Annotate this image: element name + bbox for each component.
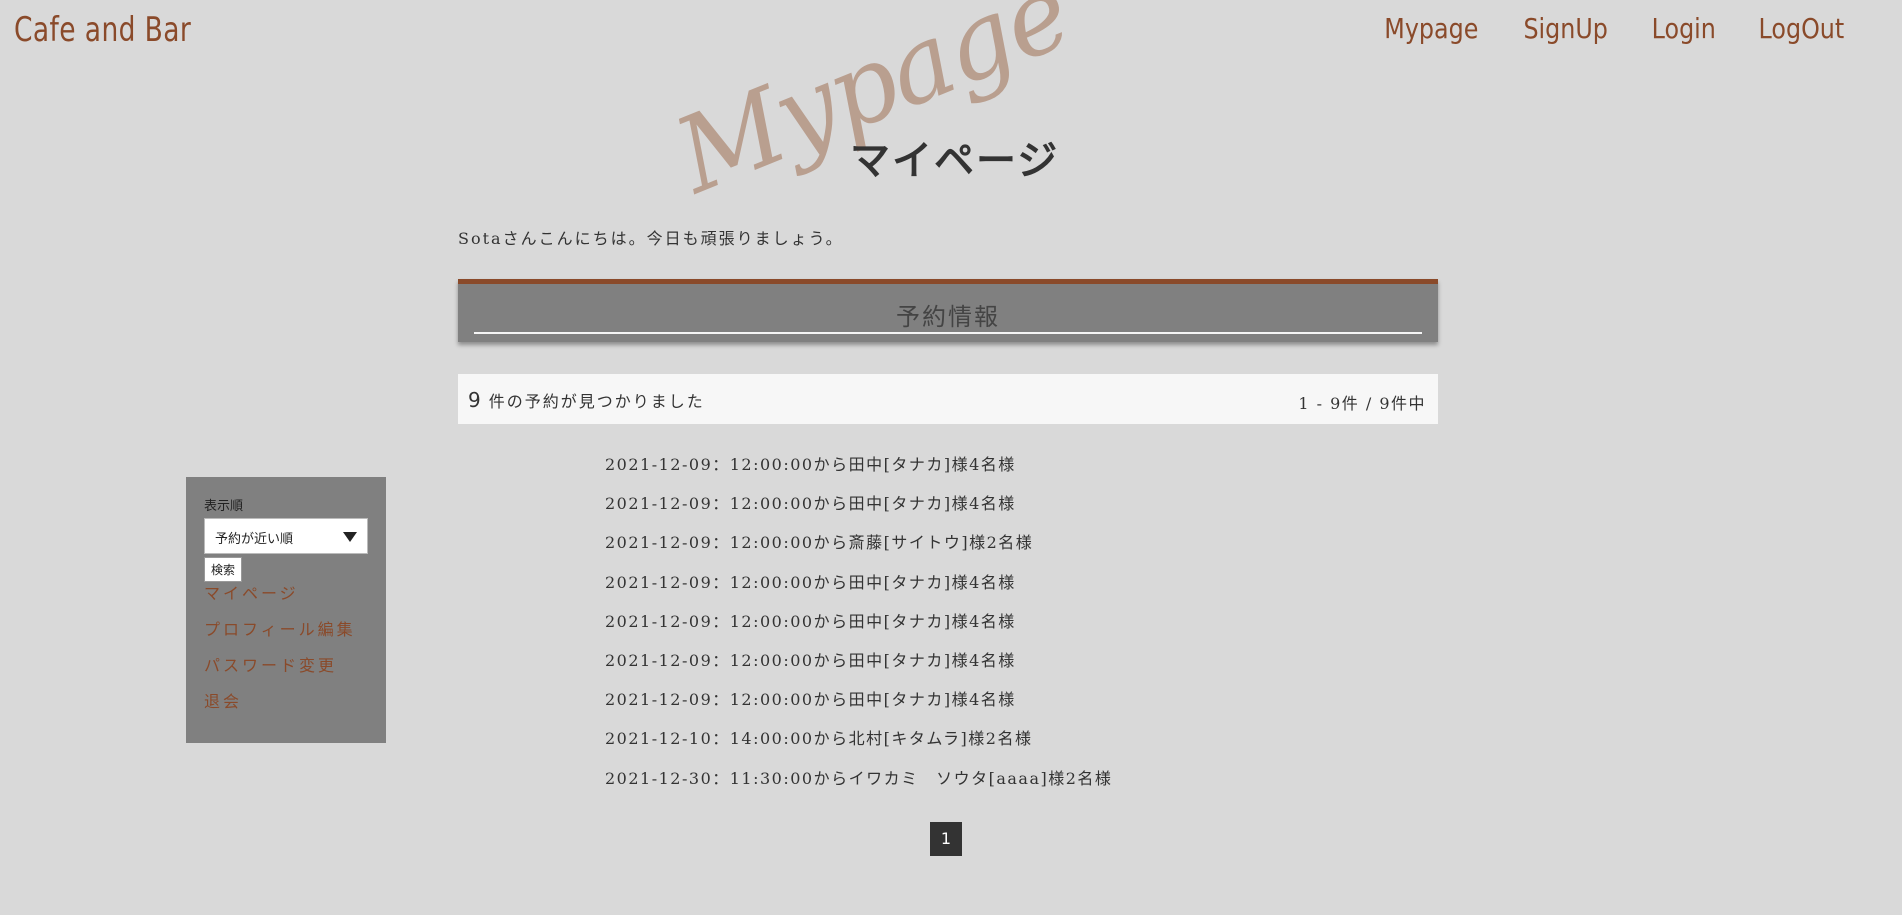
section-title: 予約情報	[896, 303, 1000, 331]
sidebar-item-password-change[interactable]: パスワード変更	[204, 656, 337, 675]
reservation-item: 2021-12-09：12:00:00から田中[タナカ]様4名様	[605, 455, 1016, 474]
sort-select-value: 予約が近い順	[215, 532, 294, 547]
top-nav: Mypage SignUp Login LogOut	[1376, 12, 1852, 45]
reservation-item: 2021-12-09：12:00:00から田中[タナカ]様4名様	[605, 690, 1016, 710]
reservation-item: 2021-12-10：14:00:00から北村[キタムラ]様2名様	[605, 729, 1033, 749]
result-count-number: 9	[468, 388, 483, 412]
search-button[interactable]: 検索	[204, 557, 243, 582]
pagination-page-1[interactable]: 1	[930, 822, 962, 856]
nav-signup[interactable]: SignUp	[1524, 12, 1608, 45]
nav-login[interactable]: Login	[1651, 12, 1715, 45]
page-title: マイページ	[850, 137, 1060, 184]
reservation-item: 2021-12-09：12:00:00から田中[タナカ]様4名様	[605, 572, 1016, 592]
reservation-item: 2021-12-30：11:30:00からイワカミ ソウタ[aaaa]様2名様	[605, 768, 1113, 788]
section-header: 予約情報	[458, 279, 1438, 342]
result-summary-bar: 9 件の予約が見つかりました 1 - 9件 / 9件中	[458, 374, 1438, 424]
nav-logout[interactable]: LogOut	[1759, 12, 1845, 45]
sort-label: 表示順	[204, 499, 244, 514]
reservation-item: 2021-12-09：12:00:00から田中[タナカ]様4名様	[605, 650, 1016, 670]
result-count: 9 件の予約が見つかりました	[468, 388, 705, 412]
reservation-item: 2021-12-09：12:00:00から斎藤[サイトウ]様2名様	[605, 533, 1034, 553]
brand-logo[interactable]: Cafe and Bar	[14, 10, 191, 50]
greeting-text: Sotaさんこんにちは。今日も頑張りましょう。	[458, 229, 844, 248]
result-range: 1 - 9件 / 9件中	[1298, 394, 1426, 413]
sidebar-item-profile-edit[interactable]: プロフィール編集	[204, 620, 356, 639]
result-count-text: 件の予約が見つかりました	[488, 392, 705, 411]
reservation-list: 2021-12-09：12:00:00から田中[タナカ]様4名様 2021-12…	[605, 451, 1112, 804]
sidebar-item-withdraw[interactable]: 退会	[204, 692, 242, 711]
chevron-down-icon	[343, 532, 357, 542]
sidebar: 表示順 予約が近い順 検索 マイページ プロフィール編集 パスワード変更 退会	[186, 477, 386, 743]
sidebar-item-mypage[interactable]: マイページ	[204, 584, 299, 603]
section-divider	[474, 332, 1422, 334]
reservation-item: 2021-12-09：12:00:00から田中[タナカ]様4名様	[605, 611, 1016, 631]
nav-mypage[interactable]: Mypage	[1384, 12, 1478, 45]
sidebar-menu: マイページ プロフィール編集 パスワード変更 退会	[204, 580, 368, 724]
sort-select[interactable]: 予約が近い順	[204, 518, 368, 554]
reservation-item: 2021-12-09：12:00:00から田中[タナカ]様4名様	[605, 494, 1016, 514]
